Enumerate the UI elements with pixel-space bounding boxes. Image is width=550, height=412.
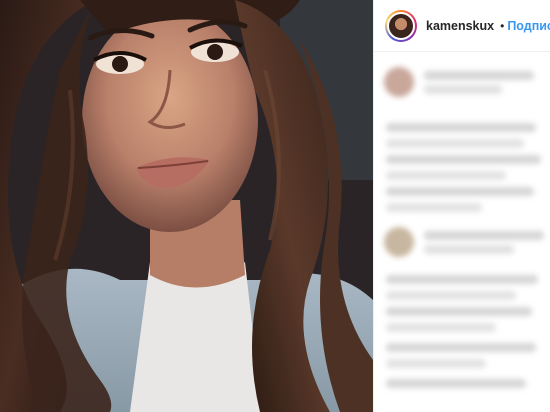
post-sidebar: kamenskux • Подписа (373, 0, 550, 412)
separator-dot: • (500, 18, 505, 33)
avatar-image (387, 11, 415, 40)
blurred-comment (384, 227, 544, 267)
follow-button[interactable]: Подписа (507, 19, 550, 33)
profile-avatar[interactable] (385, 9, 417, 42)
comments-list-blurred (374, 53, 550, 412)
selfie-image (0, 0, 373, 412)
post-header: kamenskux • Подписа (374, 0, 550, 52)
username-link[interactable]: kamenskux (426, 19, 494, 33)
comment-avatar (384, 227, 414, 257)
comment-avatar (384, 67, 414, 97)
blurred-comment (384, 67, 544, 107)
post-photo[interactable] (0, 0, 373, 412)
